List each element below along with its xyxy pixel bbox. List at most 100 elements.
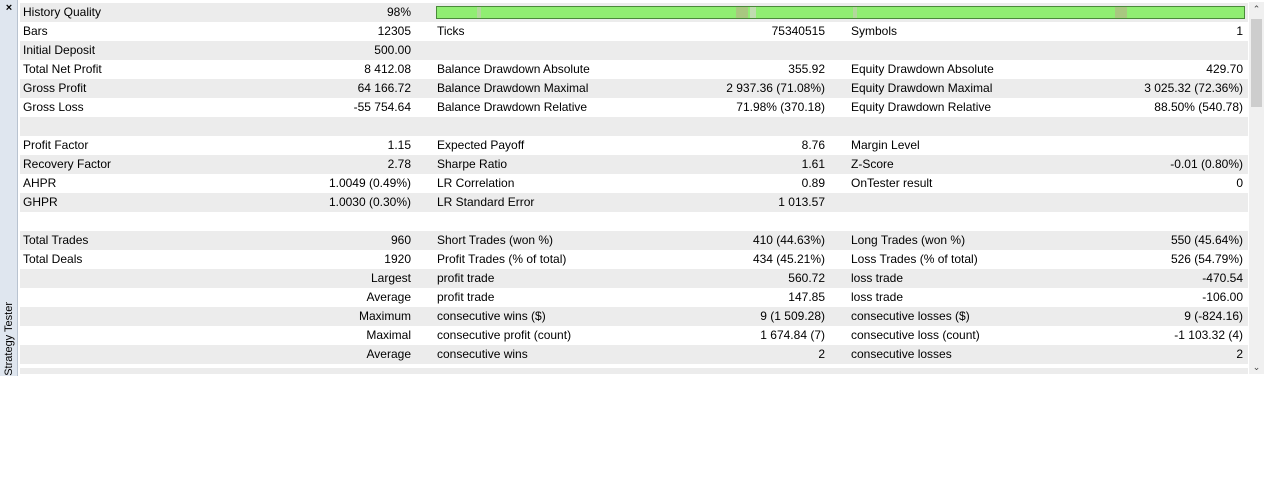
report-row: Gross Profit 64 166.72 Balance Drawdown Ma… (20, 79, 1248, 98)
report-row: History Quality 98% (20, 3, 1248, 22)
scroll-thumb[interactable] (1251, 19, 1262, 107)
row-value-1: 64 166.72 (357, 81, 411, 95)
row-label-1 (23, 269, 223, 288)
row-value-1: Average (366, 347, 411, 361)
scroll-up-icon[interactable]: ⌃ (1249, 2, 1264, 16)
quality-segment (750, 7, 756, 18)
report-bottom-strip (20, 368, 1248, 374)
row-value-1: Average (366, 290, 411, 304)
row-value-2: 2 937.36 (71.08%) (726, 81, 825, 95)
row-value-3 (1000, 193, 1243, 212)
row-label-1: Initial Deposit (23, 43, 96, 57)
row-label-1: Profit Factor (23, 138, 89, 152)
row-value-3: 550 (45.64%) (1170, 233, 1243, 247)
row-value-1: Largest (370, 271, 411, 285)
report-row: GHPR 1.0030 (0.30%) LR Standard Error 1 013… (20, 193, 1248, 212)
row-label-1 (23, 212, 223, 231)
row-value-3: 88.50% (540.78) (1154, 100, 1243, 114)
row-value-2: 9 (1 509.28) (760, 309, 825, 323)
row-value-2: 410 (44.63%) (752, 233, 825, 247)
row-value-1: 1.15 (387, 138, 411, 152)
panel-sidebar: × Strategy Tester (0, 0, 18, 376)
row-value-1: 12305 (377, 24, 411, 38)
row-value-3: -470.54 (1202, 271, 1243, 285)
backtest-report: History Quality 98% Bars 12305 Ticks 75340515… (20, 3, 1248, 364)
panel-title: Strategy Tester (3, 302, 15, 376)
row-value-3: 1 (1236, 24, 1243, 38)
report-row: AHPR 1.0049 (0.49%) LR Correlation 0.89 OnTe… (20, 174, 1248, 193)
report-row: Maximum consecutive wins ($) 9 (1 509.28) c… (20, 307, 1248, 326)
report-row: Total Deals 1920 Profit Trades (% of total… (20, 250, 1248, 269)
row-label-1 (23, 345, 223, 364)
row-value-2: 1 674.84 (7) (760, 328, 825, 342)
row-value-3: 0 (1236, 176, 1243, 190)
report-row: Average profit trade 147.85 loss trade -106.… (20, 288, 1248, 307)
strategy-tester-panel: × Strategy Tester History Quality 98% Bars… (0, 0, 1268, 376)
row-value-1: 1.0049 (0.49%) (328, 176, 411, 190)
row-value-3: -0.01 (0.80%) (1170, 157, 1243, 171)
report-row (20, 212, 1248, 231)
report-row: Maximal consecutive profit (count) 1 674.8… (20, 326, 1248, 345)
scroll-down-icon[interactable]: ⌄ (1249, 360, 1264, 374)
row-value-1: 8 412.08 (364, 62, 411, 76)
row-value-2: 1.61 (801, 157, 825, 171)
row-label-1: Total Net Profit (23, 62, 102, 76)
row-value-1: 960 (390, 233, 411, 247)
quality-segment (477, 7, 481, 18)
row-value-2: 560.72 (788, 271, 825, 285)
row-value-1: 98% (386, 5, 411, 19)
vertical-scrollbar[interactable]: ⌃ ⌄ (1249, 2, 1264, 374)
row-label-1 (23, 326, 223, 345)
row-value-2 (580, 41, 825, 60)
row-value-1: -55 754.64 (353, 100, 411, 114)
row-value-2: 1 013.57 (778, 195, 825, 209)
row-label-1: Total Deals (23, 252, 83, 266)
report-row: Total Net Profit 8 412.08 Balance Drawdown… (20, 60, 1248, 79)
row-label-1 (23, 307, 223, 326)
report-row: Initial Deposit 500.00 (20, 41, 1248, 60)
row-value-3 (1000, 117, 1243, 136)
row-label-1 (23, 117, 223, 136)
row-value-3: 3 025.32 (72.36%) (1144, 81, 1243, 95)
row-value-3: 429.70 (1206, 62, 1243, 76)
row-value-3 (1000, 212, 1243, 231)
row-value-1: 500.00 (374, 43, 411, 57)
report-row: Profit Factor 1.15 Expected Payoff 8.76 Marg… (20, 136, 1248, 155)
row-value-2: 0.89 (801, 176, 825, 190)
report-row: Largest profit trade 560.72 loss trade -470.… (20, 269, 1248, 288)
row-value-2: 75340515 (771, 24, 825, 38)
row-label-1: History Quality (23, 5, 102, 19)
report-row: Recovery Factor 2.78 Sharpe Ratio 1.61 Z-Sco… (20, 155, 1248, 174)
row-value-3 (1000, 41, 1243, 60)
row-value-3: 2 (1236, 347, 1243, 361)
history-quality-bar (436, 6, 1245, 19)
row-value-2 (580, 212, 825, 231)
quality-segment (852, 7, 857, 18)
row-value-3: 9 (-824.16) (1184, 309, 1243, 323)
row-value-3: 526 (54.79%) (1170, 252, 1243, 266)
row-label-1: AHPR (23, 176, 57, 190)
report-row (20, 117, 1248, 136)
row-value-3 (1000, 136, 1243, 155)
row-label-1: GHPR (23, 195, 58, 209)
row-value-1: Maximal (366, 328, 411, 342)
row-value-2: 71.98% (370.18) (736, 100, 825, 114)
row-label-1: Total Trades (23, 233, 89, 247)
row-value-2 (580, 117, 825, 136)
quality-segment (437, 7, 478, 18)
row-value-1 (220, 117, 411, 136)
quality-segment (735, 7, 748, 18)
close-icon[interactable]: × (3, 2, 15, 14)
report-row: Total Trades 960 Short Trades (won %) 410 (… (20, 231, 1248, 250)
quality-segment (1114, 7, 1127, 18)
row-value-1 (220, 212, 411, 231)
row-value-1: 2.78 (387, 157, 411, 171)
report-row: Gross Loss -55 754.64 Balance Drawdown Rel… (20, 98, 1248, 117)
row-label-1: Bars (23, 24, 48, 38)
row-value-1: 1.0030 (0.30%) (328, 195, 411, 209)
row-value-2: 8.76 (801, 138, 825, 152)
row-value-2: 355.92 (788, 62, 825, 76)
row-value-2: 2 (818, 347, 825, 361)
report-row: Average consecutive wins 2 consecutive loss… (20, 345, 1248, 364)
row-value-1: 1920 (384, 252, 411, 266)
